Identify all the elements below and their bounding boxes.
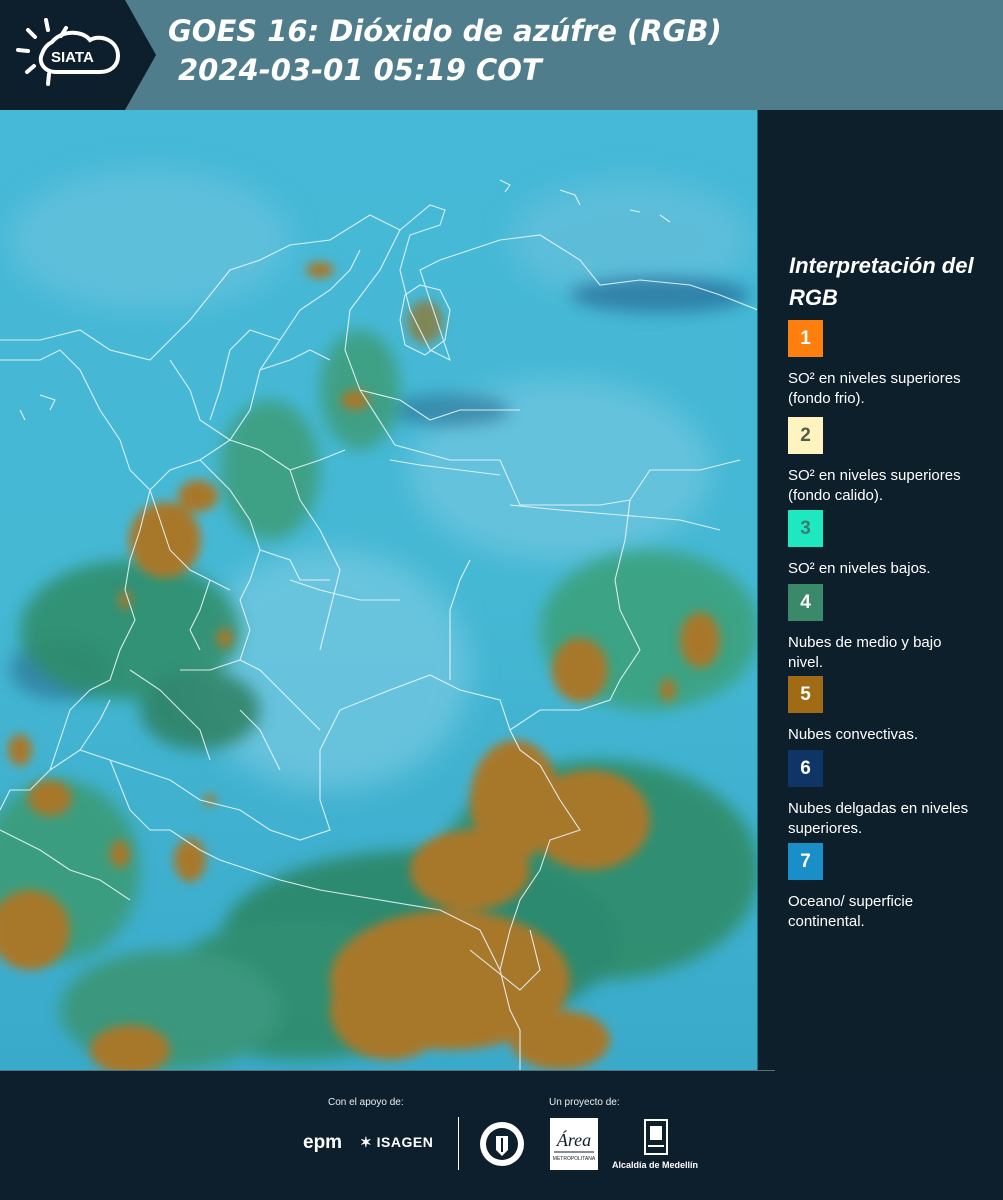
isagen-logo: ✶ ISAGEN: [360, 1134, 433, 1151]
legend-swatch-1: 1: [788, 320, 823, 357]
legend-panel: Interpretación del RGB 1 SO² en niveles …: [759, 110, 1003, 1070]
satellite-map[interactable]: [0, 110, 758, 1070]
isagen-text: ISAGEN: [376, 1134, 434, 1150]
legend-item-6: 6 Nubes delgadas en niveles superiores.: [788, 750, 988, 839]
support-label: Con el apoyo de:: [328, 1097, 404, 1108]
legend-item-4: 4 Nubes de medio y bajo nivel.: [788, 584, 988, 673]
alcaldia-logo: Alcaldía de Medellín: [612, 1118, 702, 1173]
siata-logo-text: SIATA: [51, 49, 94, 66]
isagen-icon: ✶: [360, 1134, 373, 1150]
svg-text:METROPOLITANA: METROPOLITANA: [553, 1156, 596, 1162]
legend-label-7: Oceano/ superficie continental.: [788, 893, 914, 930]
medellin-seal-icon: [478, 1118, 526, 1170]
page-title: GOES 16: Dióxido de azúfre (RGB): [168, 14, 722, 48]
legend-swatch-7: 7: [788, 843, 823, 880]
legend-swatch-5: 5: [788, 676, 823, 713]
legend-swatch-4: 4: [788, 584, 823, 621]
legend-item-1: 1 SO² en niveles superiores (fondo frio)…: [788, 320, 988, 409]
legend-item-2: 2 SO² en niveles superiores (fondo calid…: [788, 417, 988, 506]
legend-swatch-2: 2: [788, 417, 823, 454]
legend-label-1: SO² en niveles superiores (fondo frio).: [788, 370, 961, 407]
legend-label-5: Nubes convectivas.: [788, 726, 919, 743]
legend-item-3: 3 SO² en niveles bajos.: [788, 510, 988, 579]
siata-logo: SIATA: [0, 0, 156, 110]
footer-vertical-divider: [458, 1117, 459, 1170]
epm-logo: epm: [303, 1132, 343, 1153]
legend-swatch-6: 6: [788, 750, 823, 787]
legend-item-7: 7 Oceano/ superficie continental.: [788, 843, 988, 932]
header-bar: SIATA GOES 16: Dióxido de azúfre (RGB) 2…: [0, 0, 1003, 110]
legend-label-4: Nubes de medio y bajo nivel.: [788, 634, 942, 671]
legend-item-5: 5 Nubes convectivas.: [788, 676, 988, 745]
legend-label-2: SO² en niveles superiores (fondo calido)…: [788, 467, 961, 504]
svg-text:Área: Área: [556, 1129, 591, 1150]
alcaldia-text: Alcaldía de Medellín: [612, 1160, 699, 1170]
legend-label-6: Nubes delgadas en niveles superiores.: [788, 800, 969, 837]
legend-title: Interpretación del RGB: [789, 253, 974, 310]
footer-divider-line: [0, 1070, 775, 1071]
timestamp: 2024-03-01 05:19 COT: [178, 53, 542, 87]
area-metropolitana-logo: Área METROPOLITANA: [550, 1118, 598, 1170]
footer: Con el apoyo de: Un proyecto de: epm ✶ I…: [0, 1070, 1003, 1200]
legend-swatch-3: 3: [788, 510, 823, 547]
legend-label-3: SO² en niveles bajos.: [788, 560, 931, 577]
project-label: Un proyecto de:: [549, 1097, 620, 1108]
